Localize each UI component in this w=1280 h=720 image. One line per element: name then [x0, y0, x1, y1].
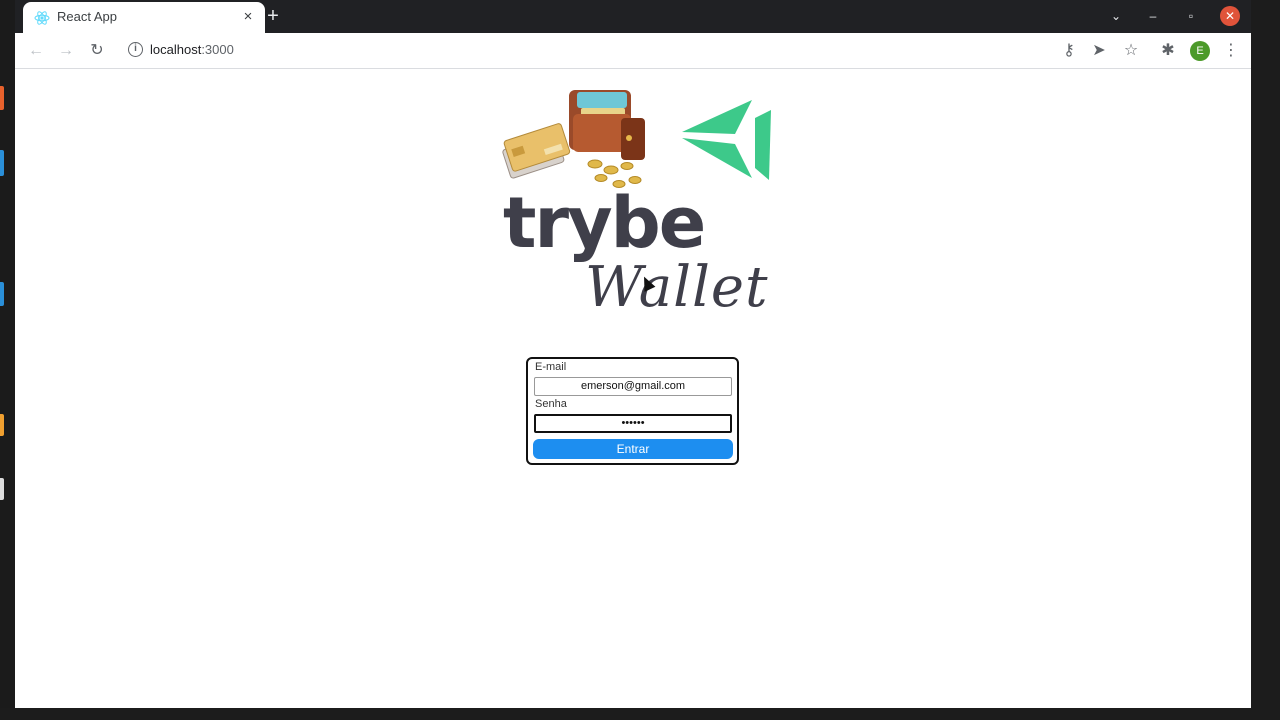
tab-close-icon[interactable]: × — [239, 8, 257, 26]
credit-card-icon — [502, 123, 571, 179]
dock-app-indicator[interactable] — [0, 478, 4, 500]
login-form: E-mail emerson@gmail.com Senha •••••• En… — [526, 357, 739, 465]
password-label: Senha — [535, 398, 567, 410]
browser-window: React App × + ⌄ – ▫ ✕ ← → ↻ i localhost:… — [15, 0, 1251, 708]
password-field[interactable]: •••••• — [534, 414, 732, 433]
dock-app-indicator[interactable] — [0, 414, 4, 436]
extensions-puzzle-icon[interactable]: ✱ — [1158, 41, 1178, 61]
trybe-arrow-icon — [682, 100, 771, 180]
address-bar[interactable]: i localhost:3000 — [125, 39, 425, 63]
wallet-icon — [569, 90, 645, 160]
key-icon[interactable]: ⚷ — [1059, 41, 1079, 61]
forward-arrow-icon[interactable]: → — [56, 41, 76, 61]
back-arrow-icon[interactable]: ← — [26, 41, 46, 61]
url-port: :3000 — [201, 42, 234, 57]
send-icon[interactable]: ➤ — [1089, 41, 1109, 61]
react-icon — [34, 11, 50, 25]
url-text: localhost:3000 — [150, 42, 234, 57]
login-submit-button[interactable]: Entrar — [533, 439, 733, 459]
logo-wordmark: trybe — [503, 182, 706, 264]
browser-toolbar: ← → ↻ i localhost:3000 ⚷ ➤ ☆ ✱ E ⋮ — [15, 33, 1251, 69]
restore-button[interactable]: ▫ — [1181, 6, 1201, 26]
email-field[interactable]: emerson@gmail.com — [534, 377, 732, 396]
dock-app-indicator[interactable] — [0, 282, 4, 306]
dock-app-indicator[interactable] — [0, 150, 4, 176]
minimize-button[interactable]: – — [1143, 6, 1163, 26]
desktop-background — [1251, 0, 1280, 720]
logo-script: Wallet — [585, 255, 769, 320]
window-close-button[interactable]: ✕ — [1220, 6, 1240, 26]
tab-search-icon[interactable]: ⌄ — [1106, 6, 1126, 26]
dock-app-indicator[interactable] — [0, 86, 4, 110]
desktop-dock — [0, 0, 15, 720]
site-info-icon[interactable]: i — [128, 42, 143, 57]
new-tab-button[interactable]: + — [262, 5, 284, 27]
bookmark-star-icon[interactable]: ☆ — [1121, 41, 1141, 61]
tab-react-app[interactable]: React App × — [23, 2, 265, 33]
trybe-wallet-logo: trybe Wallet — [497, 88, 777, 322]
page-content: trybe Wallet E-mail emerson@gmail.com Se… — [15, 70, 1251, 708]
reload-icon[interactable]: ↻ — [87, 41, 107, 61]
tab-strip: React App × + ⌄ – ▫ ✕ — [15, 0, 1251, 33]
tab-title: React App — [57, 9, 117, 24]
desktop-background — [0, 708, 1280, 720]
url-host: localhost — [150, 42, 202, 57]
profile-avatar[interactable]: E — [1190, 41, 1210, 61]
email-label: E-mail — [535, 361, 567, 373]
menu-kebab-icon[interactable]: ⋮ — [1221, 41, 1241, 61]
